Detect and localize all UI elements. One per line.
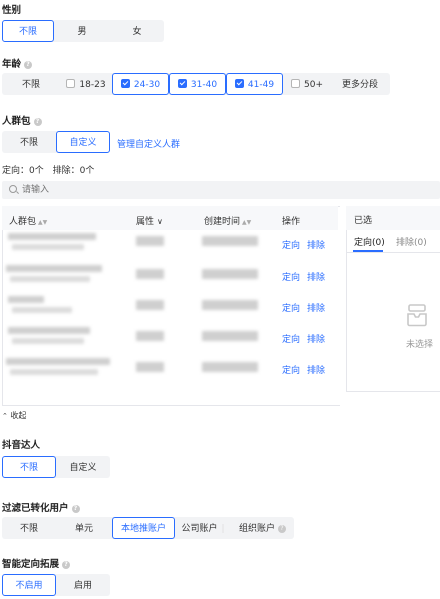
age-option-more[interactable]: 更多分段 <box>331 73 389 95</box>
checkbox-icon <box>66 79 76 88</box>
crowd-option-custom[interactable]: 自定义 <box>56 131 110 153</box>
filter-option-org-account[interactable]: 组织账户? <box>231 517 294 539</box>
douyin-option-any[interactable]: 不限 <box>2 456 56 478</box>
age-option-31-40[interactable]: 31-40 <box>169 73 226 95</box>
chevron-down-icon: ∨ <box>157 217 163 226</box>
sort-icon: ▲▼ <box>242 219 252 226</box>
crowd-counts: 定向：0个 排除：0个 <box>2 166 95 176</box>
gender-segmented: 不限 男 女 <box>2 20 164 42</box>
age-option-24-30[interactable]: 24-30 <box>112 73 169 95</box>
filter-option-company-account[interactable]: 公司账户 | <box>175 517 231 539</box>
col-header-name[interactable]: 人群包 ▲▼ <box>9 214 47 227</box>
help-icon[interactable]: ? <box>33 118 42 126</box>
col-header-action: 操作 <box>282 217 301 227</box>
filter-option-any[interactable]: 不限 <box>2 517 56 539</box>
crowd-segmented: 不限 自定义 <box>2 131 110 153</box>
filter-segmented: 不限 单元 本地推账户 公司账户 | 组织账户? <box>2 517 294 539</box>
chevron-up-icon: ⌃ <box>2 412 8 420</box>
row-exclude-link[interactable]: 排除 <box>307 332 325 345</box>
crowd-label: 人群包? <box>2 113 42 127</box>
help-icon[interactable]: ? <box>278 525 286 533</box>
row-target-link[interactable]: 定向 <box>282 238 300 251</box>
row-exclude-link[interactable]: 排除 <box>307 238 325 251</box>
age-label: 年龄? <box>2 56 33 70</box>
row-exclude-link[interactable]: 排除 <box>307 301 325 314</box>
manage-crowd-link[interactable]: 管理自定义人群 <box>117 137 180 150</box>
gender-option-female[interactable]: 女 <box>110 20 164 42</box>
gender-option-any[interactable]: 不限 <box>2 20 54 42</box>
checkbox-icon <box>291 79 300 88</box>
empty-inbox-icon <box>406 304 428 328</box>
crowd-search <box>2 181 440 199</box>
filter-option-local-account[interactable]: 本地推账户 <box>112 517 175 539</box>
checkbox-checked-icon <box>120 79 130 88</box>
help-icon[interactable]: ? <box>71 505 80 513</box>
collapse-toggle[interactable]: ⌃ 收起 <box>2 410 26 421</box>
tab-selected-target[interactable]: 定向(0) <box>354 235 385 248</box>
col-header-created[interactable]: 创建时间 ▲▼ <box>204 214 251 227</box>
help-icon[interactable]: ? <box>62 561 71 569</box>
row-exclude-link[interactable]: 排除 <box>307 363 325 376</box>
filter-option-unit[interactable]: 单元 <box>56 517 112 539</box>
smart-option-off[interactable]: 不启用 <box>2 574 56 596</box>
row-exclude-link[interactable]: 排除 <box>307 270 325 283</box>
empty-text: 未选择 <box>406 340 434 350</box>
row-target-link[interactable]: 定向 <box>282 363 300 376</box>
row-target-link[interactable]: 定向 <box>282 301 300 314</box>
selected-panel <box>346 206 440 392</box>
gender-option-male[interactable]: 男 <box>54 20 110 42</box>
selected-panel-title: 已选 <box>354 216 373 226</box>
douyin-option-custom[interactable]: 自定义 <box>56 456 110 478</box>
tab-selected-exclude[interactable]: 排除(0) <box>396 235 427 248</box>
age-option-41-49[interactable]: 41-49 <box>226 73 283 95</box>
crowd-option-any[interactable]: 不限 <box>2 131 56 153</box>
smart-label: 智能定向拓展? <box>2 556 71 570</box>
douyin-label: 抖音达人 <box>2 440 41 451</box>
col-header-attr[interactable]: 属性 ∨ <box>136 214 163 227</box>
sort-icon: ▲▼ <box>38 219 48 226</box>
search-input[interactable] <box>22 182 422 198</box>
smart-segmented: 不启用 启用 <box>2 574 110 596</box>
row-target-link[interactable]: 定向 <box>282 332 300 345</box>
age-segmented: 不限 18-23 24-30 31-40 41-49 50+ 更多分段 <box>2 73 390 95</box>
age-option-any[interactable]: 不限 <box>2 73 60 95</box>
filter-label: 过滤已转化用户? <box>2 500 80 514</box>
row-target-link[interactable]: 定向 <box>282 270 300 283</box>
checkbox-checked-icon <box>234 79 244 88</box>
gender-label: 性别 <box>2 5 22 16</box>
age-option-18-23[interactable]: 18-23 <box>60 73 112 95</box>
age-option-50-plus[interactable]: 50+ <box>283 73 331 95</box>
help-icon[interactable]: ? <box>24 61 33 69</box>
douyin-segmented: 不限 自定义 <box>2 456 110 478</box>
checkbox-checked-icon <box>177 79 187 88</box>
smart-option-on[interactable]: 启用 <box>56 574 110 596</box>
